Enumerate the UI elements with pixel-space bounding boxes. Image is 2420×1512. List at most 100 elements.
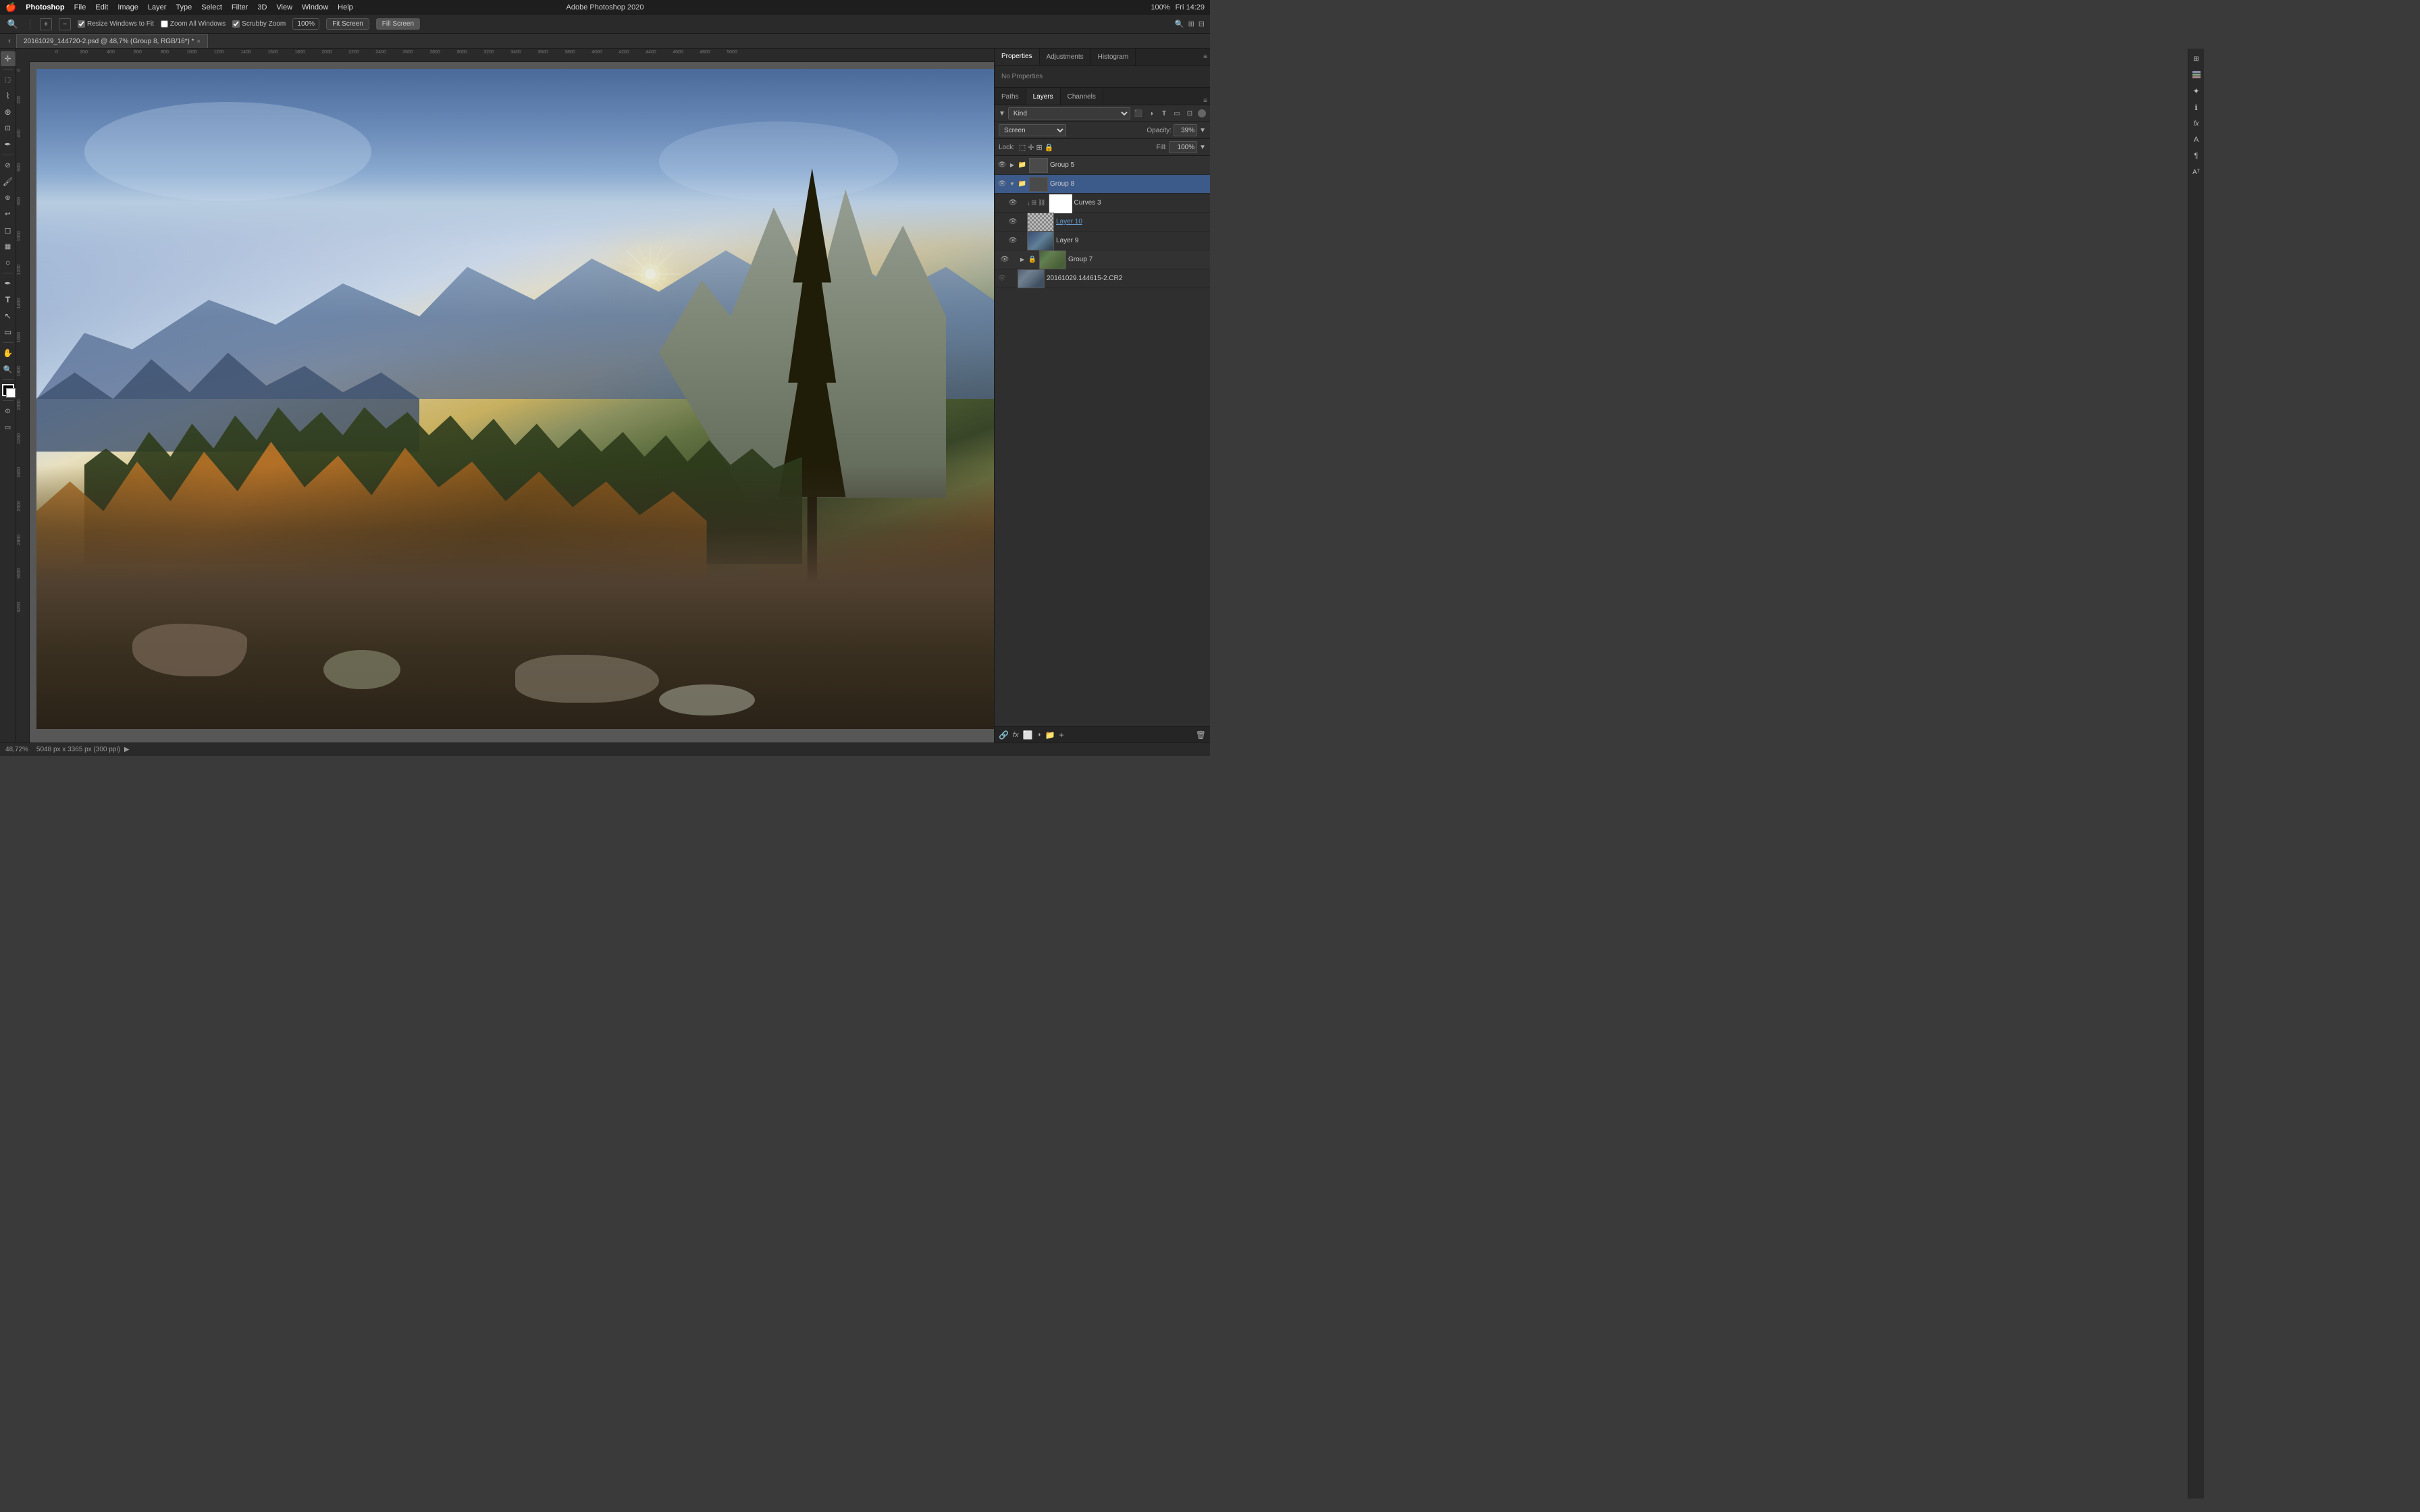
visibility-group8[interactable]: 👁 — [997, 180, 1007, 189]
layers-icon-sidebar[interactable] — [2189, 68, 2204, 82]
background-color[interactable] — [6, 388, 16, 398]
zoom-all-checkbox[interactable] — [161, 20, 168, 28]
scrubby-zoom-option[interactable]: Scrubby Zoom — [232, 20, 286, 28]
tab-histogram[interactable]: Histogram — [1091, 49, 1136, 65]
opacity-arrow[interactable]: ▼ — [1199, 127, 1206, 134]
path-select-tool[interactable]: ↖ — [1, 308, 16, 323]
quick-select-tool[interactable]: ⊛ — [1, 105, 16, 119]
stamp-tool[interactable]: ⊛ — [1, 190, 16, 205]
tab-properties[interactable]: Properties — [995, 49, 1040, 65]
quick-mask-tool[interactable]: ⊙ — [1, 404, 16, 418]
zoom-in-icon[interactable]: + — [40, 18, 52, 30]
menu-help[interactable]: Help — [338, 3, 353, 11]
visibility-layer10[interactable]: 👁 — [1008, 217, 1018, 227]
status-arrow[interactable]: ▶ — [124, 746, 130, 753]
layer-item-group5[interactable]: 👁 ▶ 📁 Group 5 — [995, 156, 1210, 175]
fill-arrow[interactable]: ▼ — [1199, 144, 1206, 151]
lock-all-icon[interactable]: 🔒 — [1045, 143, 1054, 152]
lock-position-icon[interactable]: ✛ — [1028, 143, 1034, 152]
layers-menu-icon[interactable]: ≡ — [1203, 97, 1207, 105]
menu-select[interactable]: Select — [201, 3, 222, 11]
layer-item-group8[interactable]: 👁 ▼ 📁 Group 8 — [995, 175, 1210, 194]
eraser-tool[interactable]: ◻ — [1, 223, 16, 238]
new-layer-icon[interactable]: + — [1059, 730, 1063, 740]
layer-item-cr2[interactable]: 👁 20161029.144615-2.CR2 — [995, 269, 1210, 288]
expand-group5[interactable]: ▶ — [1009, 162, 1016, 169]
lock-pixels-icon[interactable]: ⬚ — [1019, 143, 1026, 152]
dodge-tool[interactable]: ○ — [1, 255, 16, 270]
layer-item-curves3[interactable]: 👁 ↓ ⊞ ⛓ Curves 3 — [995, 194, 1210, 213]
fill-input[interactable] — [1169, 141, 1197, 153]
tab-adjustments[interactable]: Adjustments — [1040, 49, 1091, 65]
layer-item-group7[interactable]: 👁 ▶ 🔒 Group 7 — [995, 250, 1210, 269]
type-tool[interactable]: T — [1, 292, 16, 307]
layer-fx-icon[interactable]: fx — [1013, 731, 1019, 739]
menu-edit[interactable]: Edit — [95, 3, 108, 11]
layer-kind-select[interactable]: Kind — [1008, 107, 1130, 119]
spot-heal-tool[interactable]: ⊘ — [1, 158, 16, 173]
zoom-all-option[interactable]: Zoom All Windows — [161, 20, 226, 28]
opacity-input[interactable] — [1174, 124, 1197, 136]
workspaces-icon[interactable]: ⊟ — [1199, 20, 1205, 28]
menu-photoshop[interactable]: Photoshop — [26, 3, 64, 11]
arrange-icon[interactable]: ⊞ — [1188, 20, 1194, 28]
menu-image[interactable]: Image — [117, 3, 138, 11]
new-group-icon[interactable]: 📁 — [1045, 730, 1055, 740]
paragraph-icon-sidebar[interactable]: ¶ — [2189, 148, 2204, 163]
menu-window[interactable]: Window — [302, 3, 328, 11]
resize-windows-option[interactable]: Resize Windows to Fit — [78, 20, 154, 28]
adjustment-layer-icon[interactable]: ◑ — [1036, 731, 1041, 738]
properties-icon[interactable]: ⊞ — [2189, 51, 2204, 66]
zoom-tool-left[interactable]: 🔍 — [1, 362, 16, 377]
add-mask-icon[interactable]: ⬜ — [1023, 730, 1033, 740]
layer-item-layer10[interactable]: 👁 Layer 10 — [995, 213, 1210, 232]
menu-filter[interactable]: Filter — [232, 3, 248, 11]
fill-screen-button[interactable]: Fill Screen — [376, 18, 420, 30]
info-icon-sidebar[interactable]: ℹ — [2189, 100, 2204, 115]
pen-tool[interactable]: ✒ — [1, 276, 16, 291]
menu-file[interactable]: File — [74, 3, 86, 11]
foreground-color[interactable] — [2, 384, 14, 396]
resize-windows-checkbox[interactable] — [78, 20, 85, 28]
shape-tool[interactable]: ▭ — [1, 325, 16, 340]
character-icon-sidebar[interactable]: A — [2189, 132, 2204, 147]
glyphs-icon-sidebar[interactable]: Aᵀ — [2189, 165, 2204, 180]
tab-prev-arrow[interactable]: ‹ — [3, 37, 16, 45]
smart-filter-icon[interactable]: ⊡ — [1184, 108, 1195, 119]
tab-paths[interactable]: Paths — [995, 88, 1026, 105]
canvas-area[interactable]: 0 200 400 600 800 1000 1200 1400 1600 18… — [16, 49, 994, 742]
curves-chain-icon[interactable]: ⛓ — [1038, 199, 1045, 207]
adjustment-filter-icon[interactable]: ◑ — [1146, 108, 1157, 119]
type-filter-icon[interactable]: T — [1159, 108, 1169, 119]
zoom-out-icon[interactable]: − — [59, 18, 71, 30]
brush-tool[interactable]: 🖌 — [1, 174, 16, 189]
marquee-tool[interactable]: ⬚ — [1, 72, 16, 87]
move-tool[interactable]: ✛ — [1, 51, 16, 66]
gradient-tool[interactable]: ▦ — [1, 239, 16, 254]
menu-3d[interactable]: 3D — [257, 3, 267, 11]
panel-menu-icon[interactable]: ≡ — [1203, 53, 1207, 61]
tab-close-button[interactable]: × — [197, 38, 201, 45]
screen-mode-tool[interactable]: ▭ — [1, 420, 16, 435]
tab-channels[interactable]: Channels — [1061, 88, 1103, 105]
curves-smart-icon[interactable]: ⊞ — [1032, 199, 1037, 207]
lock-artboard-icon[interactable]: ⊞ — [1036, 143, 1043, 152]
blend-mode-select[interactable]: Screen — [999, 124, 1066, 136]
crop-tool[interactable]: ⊡ — [1, 121, 16, 136]
tab-layers[interactable]: Layers — [1026, 88, 1061, 105]
visibility-curves3[interactable]: 👁 — [1008, 198, 1018, 208]
hand-tool[interactable]: ✋ — [1, 346, 16, 360]
layer-item-layer9[interactable]: 👁 Layer 9 — [995, 232, 1210, 250]
shape-filter-icon[interactable]: ▭ — [1172, 108, 1182, 119]
expand-curves3[interactable] — [1020, 200, 1025, 207]
pixel-filter-icon[interactable]: ⬛ — [1133, 108, 1144, 119]
fx-icon-sidebar[interactable]: fx — [2189, 116, 2204, 131]
apple-logo[interactable]: 🍎 — [5, 2, 16, 13]
visibility-layer9[interactable]: 👁 — [1008, 236, 1018, 246]
delete-layer-icon[interactable]: 🗑 — [1196, 730, 1206, 740]
visibility-group7[interactable]: 👁 — [1000, 255, 1009, 265]
search-icon[interactable]: 🔍 — [1175, 20, 1184, 28]
expand-group7[interactable]: ▶ — [1019, 256, 1026, 263]
eyedropper-tool[interactable]: ✒ — [1, 137, 16, 152]
history-brush-tool[interactable]: ↩ — [1, 207, 16, 221]
